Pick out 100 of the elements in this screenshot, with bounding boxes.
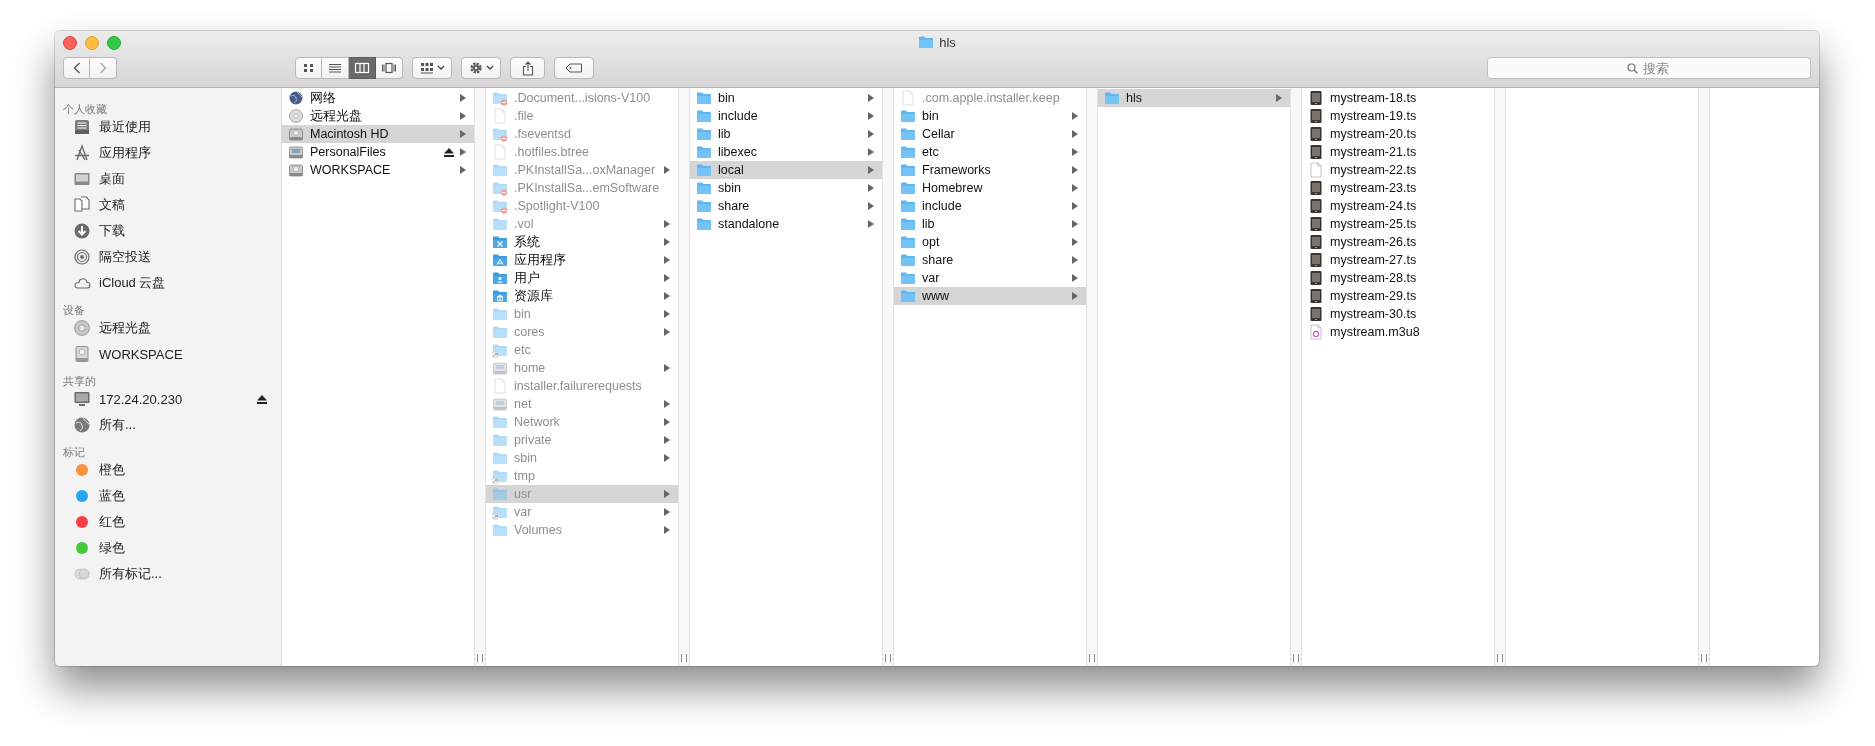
- file-row[interactable]: mystream-25.ts: [1302, 215, 1494, 233]
- folder-icon: [918, 34, 935, 50]
- file-row[interactable]: www: [894, 287, 1086, 305]
- file-row[interactable]: mystream-20.ts: [1302, 125, 1494, 143]
- file-row[interactable]: standalone: [690, 215, 882, 233]
- resize-handle-icon[interactable]: [681, 654, 687, 662]
- sidebar-item[interactable]: 172.24.20.230: [55, 386, 281, 412]
- sidebar-heading: 个人收藏: [62, 102, 108, 114]
- file-row[interactable]: hls: [1098, 89, 1290, 107]
- document-icon: [1308, 162, 1324, 178]
- file-row[interactable]: include: [894, 197, 1086, 215]
- file-row[interactable]: mystream-26.ts: [1302, 233, 1494, 251]
- sidebar-item[interactable]: 所有...: [55, 412, 281, 438]
- file-row[interactable]: mystream-22.ts: [1302, 161, 1494, 179]
- column-view-button[interactable]: [349, 57, 376, 79]
- file-row[interactable]: bin: [894, 107, 1086, 125]
- disclosure-arrow-icon: [664, 256, 670, 264]
- cover-flow-button[interactable]: [376, 57, 403, 79]
- sidebar-item[interactable]: 最近使用: [55, 114, 281, 140]
- file-row[interactable]: mystream-29.ts: [1302, 287, 1494, 305]
- file-row[interactable]: etc: [894, 143, 1086, 161]
- resize-handle-icon[interactable]: [1089, 654, 1095, 662]
- sidebar-item[interactable]: 隔空投送: [55, 244, 281, 270]
- file-row[interactable]: share: [894, 251, 1086, 269]
- resize-handle-icon[interactable]: [477, 654, 483, 662]
- resize-handle-icon[interactable]: [885, 654, 891, 662]
- file-row[interactable]: lib: [690, 125, 882, 143]
- file-row[interactable]: WORKSPACE: [282, 161, 474, 179]
- file-row[interactable]: mystream-28.ts: [1302, 269, 1494, 287]
- file-row[interactable]: 用户: [486, 269, 678, 287]
- close-button[interactable]: [63, 36, 77, 50]
- file-row[interactable]: 资源库: [486, 287, 678, 305]
- file-row[interactable]: mystream-21.ts: [1302, 143, 1494, 161]
- file-row[interactable]: Cellar: [894, 125, 1086, 143]
- disclosure-arrow-icon: [1072, 292, 1078, 300]
- file-row[interactable]: sbin: [690, 179, 882, 197]
- resize-handle-icon[interactable]: [1497, 654, 1503, 662]
- sidebar-item[interactable]: 应用程序: [55, 140, 281, 166]
- restricted-folder-icon: [492, 198, 508, 214]
- file-row[interactable]: opt: [894, 233, 1086, 251]
- sidebar-item[interactable]: 红色: [55, 509, 281, 535]
- file-row[interactable]: mystream-30.ts: [1302, 305, 1494, 323]
- file-row[interactable]: 网络: [282, 89, 474, 107]
- folder-icon: [696, 108, 712, 124]
- file-row[interactable]: Homebrew: [894, 179, 1086, 197]
- sidebar-item[interactable]: 橙色: [55, 457, 281, 483]
- file-row[interactable]: mystream-19.ts: [1302, 107, 1494, 125]
- file-row[interactable]: var: [894, 269, 1086, 287]
- sidebar-item[interactable]: 桌面: [55, 166, 281, 192]
- file-row[interactable]: Frameworks: [894, 161, 1086, 179]
- file-row[interactable]: 远程光盘: [282, 107, 474, 125]
- file-row[interactable]: share: [690, 197, 882, 215]
- sidebar-heading: 共享的: [62, 374, 97, 386]
- zoom-button[interactable]: [107, 36, 121, 50]
- share-button[interactable]: [510, 57, 545, 79]
- eject-icon[interactable]: [444, 147, 454, 157]
- disclosure-arrow-icon: [1072, 184, 1078, 192]
- sidebar-item[interactable]: 文稿: [55, 192, 281, 218]
- file-row[interactable]: bin: [690, 89, 882, 107]
- sidebar-item[interactable]: 绿色: [55, 535, 281, 561]
- chevron-left-icon: [72, 62, 81, 74]
- resize-handle-icon[interactable]: [1701, 654, 1707, 662]
- file-row[interactable]: 系统: [486, 233, 678, 251]
- file-row[interactable]: include: [690, 107, 882, 125]
- action-button[interactable]: [461, 57, 501, 79]
- file-row[interactable]: 应用程序: [486, 251, 678, 269]
- sidebar-item[interactable]: WORKSPACE: [55, 341, 281, 367]
- file-row[interactable]: local: [690, 161, 882, 179]
- back-button[interactable]: [63, 57, 90, 79]
- file-row[interactable]: PersonalFiles: [282, 143, 474, 161]
- file-row[interactable]: mystream-23.ts: [1302, 179, 1494, 197]
- file-row[interactable]: mystream.m3u8: [1302, 323, 1494, 341]
- disclosure-arrow-icon: [1072, 166, 1078, 174]
- sidebar-item[interactable]: 下载: [55, 218, 281, 244]
- disclosure-arrow-icon: [664, 166, 670, 174]
- resize-handle-icon[interactable]: [1293, 654, 1299, 662]
- video-file-icon: [1308, 144, 1324, 160]
- arrange-button[interactable]: [412, 57, 452, 79]
- search-field[interactable]: 搜索: [1487, 57, 1811, 79]
- list-view-button[interactable]: [322, 57, 349, 79]
- restricted-folder-icon: [492, 126, 508, 142]
- eject-icon[interactable]: [257, 394, 267, 404]
- sidebar-item[interactable]: 远程光盘: [55, 315, 281, 341]
- video-file-icon: [1308, 234, 1324, 250]
- folder-icon: [492, 414, 508, 430]
- tag-button[interactable]: [554, 57, 594, 79]
- minimize-button[interactable]: [85, 36, 99, 50]
- file-row[interactable]: Macintosh HD: [282, 125, 474, 143]
- file-row[interactable]: mystream-27.ts: [1302, 251, 1494, 269]
- sidebar-item[interactable]: 蓝色: [55, 483, 281, 509]
- recents-icon: [73, 118, 91, 136]
- sidebar-item[interactable]: iCloud 云盘: [55, 270, 281, 296]
- applications-folder-icon: [492, 252, 508, 268]
- file-row[interactable]: lib: [894, 215, 1086, 233]
- file-row[interactable]: libexec: [690, 143, 882, 161]
- disclosure-arrow-icon: [1276, 94, 1282, 102]
- sidebar-item[interactable]: 所有标记...: [55, 561, 281, 587]
- icon-view-button[interactable]: [295, 57, 322, 79]
- file-row[interactable]: mystream-24.ts: [1302, 197, 1494, 215]
- file-row[interactable]: mystream-18.ts: [1302, 89, 1494, 107]
